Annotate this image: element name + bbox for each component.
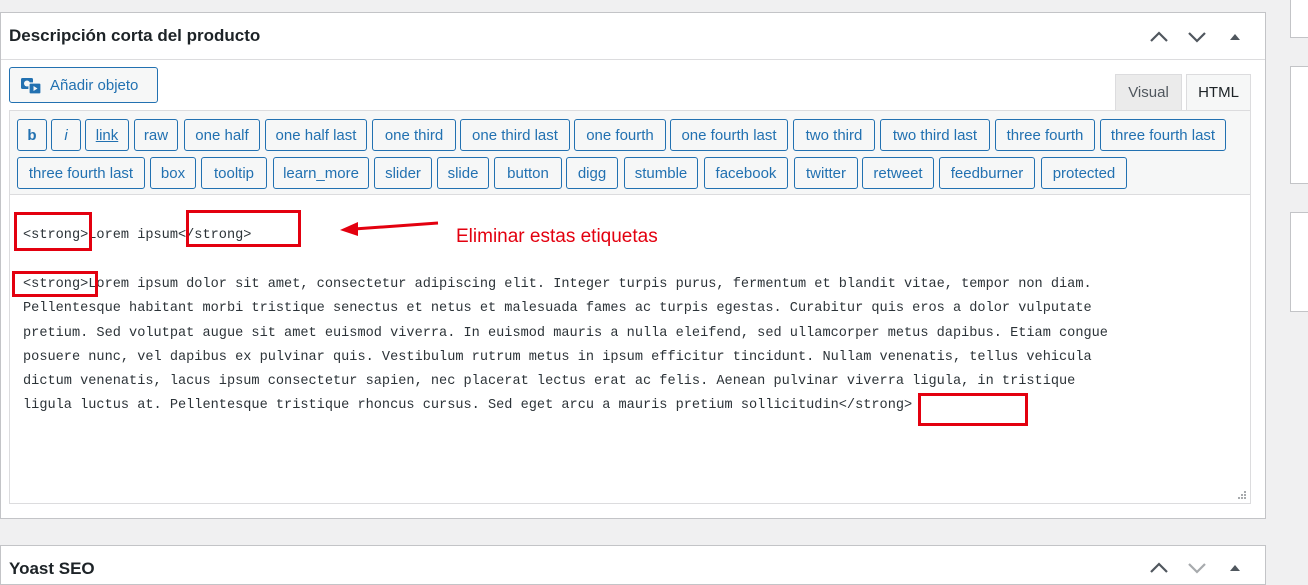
yoast-move-down-button[interactable] bbox=[1183, 554, 1211, 582]
panel-title: Descripción corta del producto bbox=[9, 26, 261, 45]
tooltip-button[interactable]: tooltip bbox=[201, 157, 267, 189]
button-button[interactable]: button bbox=[494, 157, 562, 189]
tab-visual[interactable]: Visual bbox=[1115, 74, 1182, 110]
panel-controls bbox=[1145, 23, 1249, 51]
facebook-button[interactable]: facebook bbox=[704, 157, 788, 189]
yoast-panel-controls bbox=[1145, 554, 1249, 582]
sidebar-box-2 bbox=[1290, 66, 1308, 184]
tab-html[interactable]: HTML bbox=[1186, 74, 1251, 110]
link-button[interactable]: link bbox=[85, 119, 129, 151]
retweet-button[interactable]: retweet bbox=[862, 157, 934, 189]
one-half-button[interactable]: one half bbox=[184, 119, 260, 151]
two-third-last-button[interactable]: two third last bbox=[880, 119, 990, 151]
one-fourth-button[interactable]: one fourth bbox=[574, 119, 666, 151]
annotation-arrow-icon bbox=[340, 221, 439, 236]
chevron-up-icon bbox=[1150, 562, 1168, 573]
move-up-button[interactable] bbox=[1145, 23, 1173, 51]
stumble-button[interactable]: stumble bbox=[624, 157, 698, 189]
feedburner-button[interactable]: feedburner bbox=[939, 157, 1035, 189]
editor-line: Pellentesque habitant morbi tristique se… bbox=[23, 301, 1092, 317]
sidebar-box-3 bbox=[1290, 212, 1308, 312]
chevron-down-icon bbox=[1188, 32, 1206, 43]
italic-button[interactable]: i bbox=[51, 119, 81, 151]
yoast-toggle-button[interactable] bbox=[1221, 554, 1249, 582]
one-half-last-button[interactable]: one half last bbox=[265, 119, 367, 151]
two-third-button[interactable]: two third bbox=[793, 119, 875, 151]
editor-line: dictum venenatis, lacus ipsum consectetu… bbox=[23, 374, 1076, 390]
add-media-label: Añadir objeto bbox=[50, 76, 139, 94]
editor-line: posuere nunc, vel dapibus ex pulvinar qu… bbox=[23, 349, 1092, 365]
annotation-box-close-tag-1 bbox=[186, 210, 301, 247]
sidebar-box-1 bbox=[1290, 0, 1308, 38]
three-fourth-button[interactable]: three fourth bbox=[995, 119, 1095, 151]
annotation-box-open-tag-1 bbox=[14, 212, 92, 251]
editor-line: <strong>Lorem ipsum dolor sit amet, cons… bbox=[23, 277, 1092, 292]
editor-line: pretium. Sed volutpat augue sit amet eui… bbox=[23, 325, 1108, 341]
chevron-down-icon bbox=[1188, 563, 1206, 574]
short-description-panel: Descripción corta del producto Añadir ob… bbox=[0, 12, 1266, 519]
quicktags-toolbar: b i link raw one half one half last one … bbox=[9, 110, 1251, 194]
annotation-text: Eliminar estas etiquetas bbox=[456, 226, 658, 247]
raw-button[interactable]: raw bbox=[134, 119, 178, 151]
annotation-box-open-tag-2 bbox=[12, 271, 98, 297]
box-button[interactable]: box bbox=[150, 157, 196, 189]
media-icon bbox=[21, 78, 42, 95]
one-third-last-button[interactable]: one third last bbox=[460, 119, 570, 151]
chevron-up-icon bbox=[1150, 31, 1168, 42]
digg-button[interactable]: digg bbox=[566, 157, 618, 189]
triangle-up-icon bbox=[1230, 565, 1240, 571]
yoast-move-up-button[interactable] bbox=[1145, 554, 1173, 582]
one-fourth-last-button[interactable]: one fourth last bbox=[670, 119, 788, 151]
bold-button[interactable]: b bbox=[17, 119, 47, 151]
editor-line: ligula luctus at. Pellentesque tristique… bbox=[23, 398, 913, 414]
three-fourth-last-button-2[interactable]: three fourth last bbox=[17, 157, 145, 189]
toggle-panel-button[interactable] bbox=[1221, 23, 1249, 51]
resize-grip-icon[interactable] bbox=[1237, 490, 1247, 500]
one-third-button[interactable]: one third bbox=[372, 119, 456, 151]
slide-button[interactable]: slide bbox=[437, 157, 489, 189]
slider-button[interactable]: slider bbox=[374, 157, 432, 189]
editor-paragraph: <strong>Lorem ipsum dolor sit amet, cons… bbox=[23, 273, 1223, 419]
panel-header: Descripción corta del producto bbox=[1, 13, 1265, 60]
yoast-seo-title: Yoast SEO bbox=[9, 559, 95, 578]
protected-button[interactable]: protected bbox=[1041, 157, 1127, 189]
three-fourth-last-button[interactable]: three fourth last bbox=[1100, 119, 1226, 151]
annotation-box-close-tag-2 bbox=[918, 393, 1028, 426]
add-media-button[interactable]: Añadir objeto bbox=[9, 67, 158, 103]
learn-more-button[interactable]: learn_more bbox=[273, 157, 369, 189]
move-down-button[interactable] bbox=[1183, 23, 1211, 51]
triangle-up-icon bbox=[1230, 34, 1240, 40]
yoast-seo-panel: Yoast SEO bbox=[0, 545, 1266, 585]
twitter-button[interactable]: twitter bbox=[794, 157, 858, 189]
